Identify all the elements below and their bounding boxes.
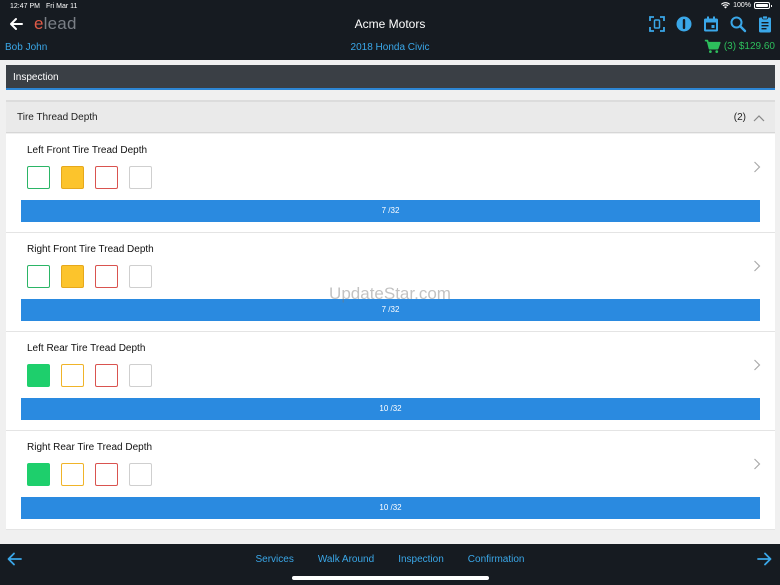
vehicle-name[interactable]: 2018 Honda Civic — [0, 42, 780, 53]
status-bar: 12:47 PM Fri Mar 11 100% — [0, 0, 780, 13]
chevron-right-icon[interactable] — [753, 161, 761, 173]
status-date: Fri Mar 11 — [46, 3, 78, 10]
condition-selector — [27, 265, 152, 288]
condition-none-box[interactable] — [129, 364, 152, 387]
battery-percent: 100% — [733, 2, 751, 9]
tab-walk-around[interactable]: Walk Around — [306, 554, 386, 565]
condition-green-box[interactable] — [27, 265, 50, 288]
top-toolbar — [648, 15, 774, 33]
cart-total: (3) $129.60 — [723, 41, 775, 52]
tread-depth-bar[interactable]: 10 /32 — [21, 497, 760, 519]
condition-red-box[interactable] — [95, 265, 118, 288]
tread-depth-bar[interactable]: 7 /32 — [21, 200, 760, 222]
group-title: Tire Thread Depth — [17, 112, 98, 123]
battery-icon — [754, 2, 772, 9]
condition-selector — [27, 364, 152, 387]
tab-confirmation[interactable]: Confirmation — [456, 554, 537, 565]
list-item[interactable]: Right Rear Tire Tread Depth 10 /32 — [6, 431, 775, 530]
search-icon[interactable] — [729, 15, 747, 33]
condition-green-box[interactable] — [27, 364, 50, 387]
condition-green-box[interactable] — [27, 166, 50, 189]
item-title: Left Rear Tire Tread Depth — [27, 343, 146, 354]
condition-red-box[interactable] — [95, 364, 118, 387]
condition-none-box[interactable] — [129, 166, 152, 189]
condition-red-box[interactable] — [95, 166, 118, 189]
list-item[interactable]: Right Front Tire Tread Depth 7 /32 — [6, 233, 775, 332]
list-item[interactable]: Left Front Tire Tread Depth 7 /32 — [6, 134, 775, 233]
chevron-right-icon[interactable] — [753, 260, 761, 272]
condition-none-box[interactable] — [129, 265, 152, 288]
cart-icon — [704, 39, 721, 53]
chevron-up-icon[interactable] — [753, 114, 765, 122]
group-header[interactable]: Tire Thread Depth (2) — [6, 100, 775, 133]
condition-red-box[interactable] — [95, 463, 118, 486]
item-title: Right Rear Tire Tread Depth — [27, 442, 153, 453]
condition-yellow-box[interactable] — [61, 166, 84, 189]
condition-yellow-box[interactable] — [61, 364, 84, 387]
tread-depth-bar[interactable]: 10 /32 — [21, 398, 760, 420]
tab-inspection[interactable]: Inspection — [386, 554, 456, 565]
status-right: 100% — [721, 2, 772, 9]
app-header: elead Acme Motors Bob John 2018 Honda Ci… — [0, 13, 780, 60]
tab-services[interactable]: Services — [244, 554, 306, 565]
calendar-icon[interactable] — [702, 15, 720, 33]
item-title: Right Front Tire Tread Depth — [27, 244, 154, 255]
wifi-icon — [721, 2, 731, 9]
item-title: Left Front Tire Tread Depth — [27, 145, 148, 156]
section-title-bar: Inspection — [6, 65, 775, 90]
next-arrow-icon[interactable] — [757, 552, 772, 566]
inspection-list: Left Front Tire Tread Depth 7 /32 Right … — [6, 134, 775, 530]
condition-none-box[interactable] — [129, 463, 152, 486]
chevron-right-icon[interactable] — [753, 458, 761, 470]
bottom-nav: Services Walk Around Inspection Confirma… — [0, 544, 780, 585]
tread-depth-bar[interactable]: 7 /32 — [21, 299, 760, 321]
home-indicator — [292, 576, 489, 580]
condition-selector — [27, 463, 152, 486]
cart-summary[interactable]: (3) $129.60 — [704, 39, 775, 54]
clipboard-icon[interactable] — [756, 15, 774, 33]
step-tabs: Services Walk Around Inspection Confirma… — [0, 554, 780, 565]
condition-selector — [27, 166, 152, 189]
condition-yellow-box[interactable] — [61, 463, 84, 486]
chevron-right-icon[interactable] — [753, 359, 761, 371]
section-title: Inspection — [13, 72, 59, 83]
condition-green-box[interactable] — [27, 463, 50, 486]
group-count: (2) — [733, 112, 746, 123]
info-icon[interactable] — [675, 15, 693, 33]
status-time: 12:47 PM — [10, 3, 40, 10]
condition-yellow-box[interactable] — [61, 265, 84, 288]
scan-icon[interactable] — [648, 15, 666, 33]
list-item[interactable]: Left Rear Tire Tread Depth 10 /32 — [6, 332, 775, 431]
